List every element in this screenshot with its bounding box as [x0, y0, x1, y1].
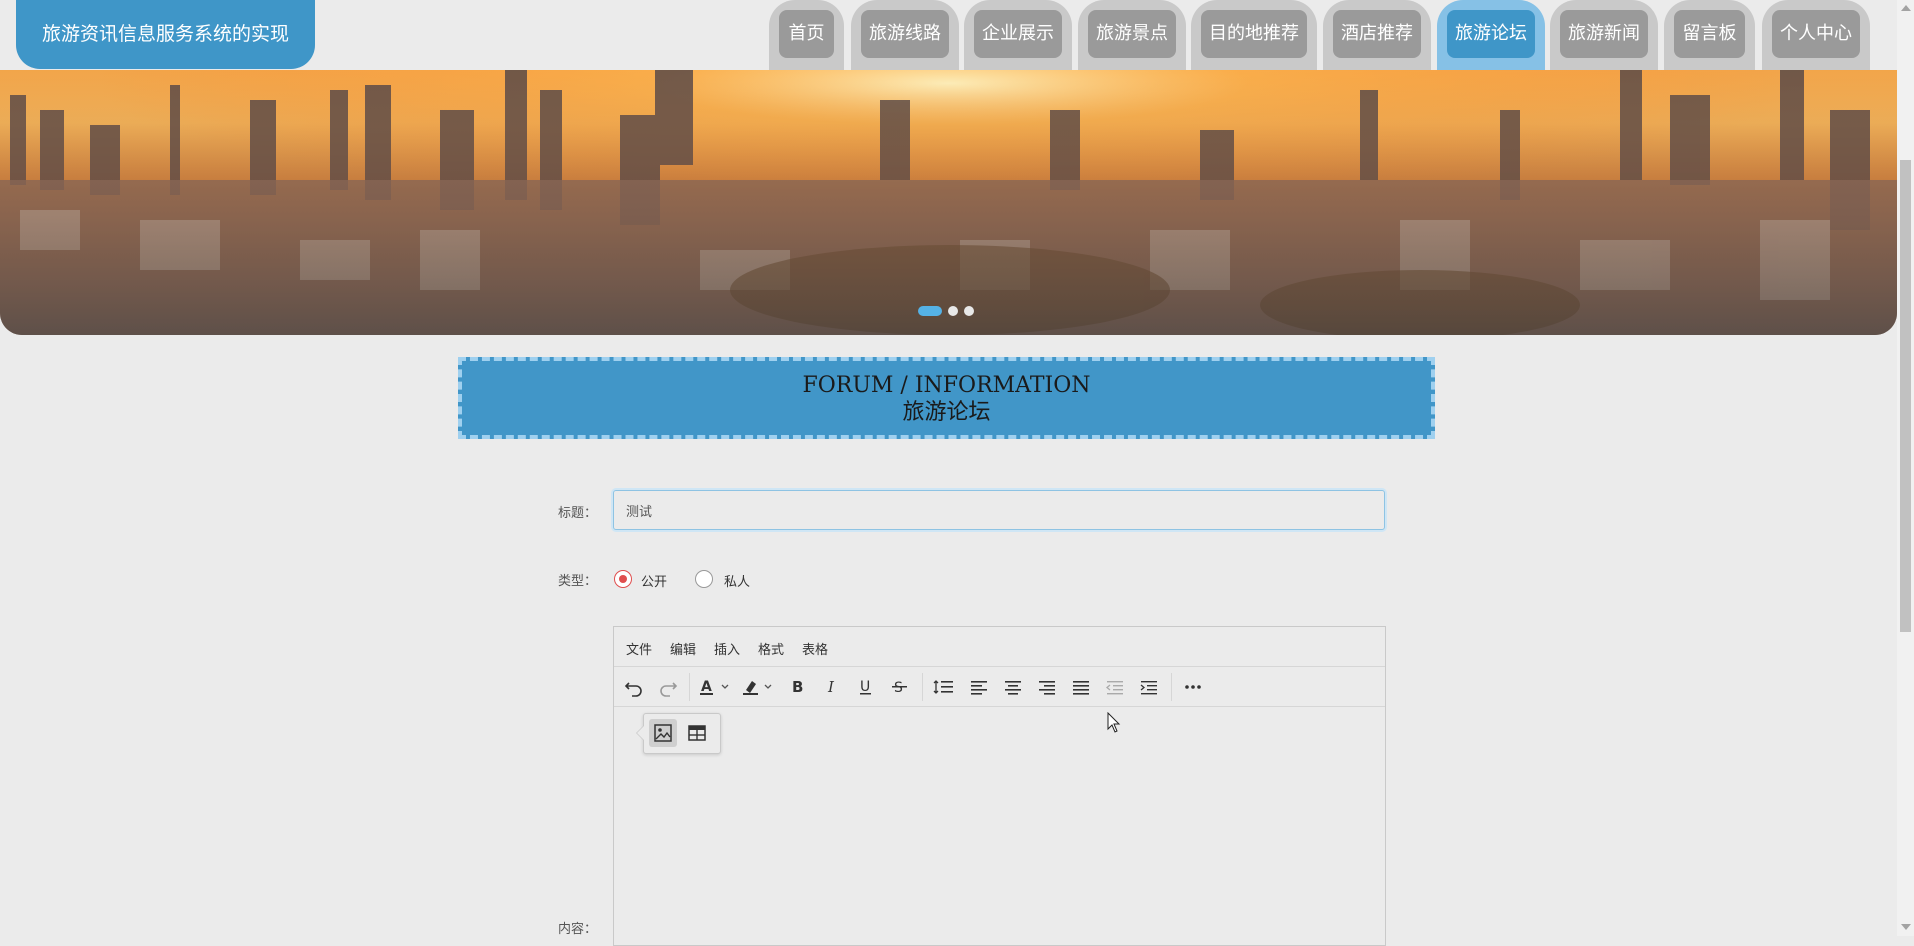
nav-item-label: 旅游新闻: [1560, 10, 1648, 58]
scroll-thumb[interactable]: [1900, 160, 1911, 632]
toolbar-separator: [922, 673, 923, 701]
nav-item-label: 个人中心: [1772, 10, 1860, 58]
redo-icon[interactable]: [654, 673, 682, 701]
nav-item-destinations[interactable]: 目的地推荐: [1191, 0, 1317, 70]
banner-image: [0, 70, 1897, 335]
carousel-dot-1[interactable]: [918, 306, 942, 316]
nav-item-label: 目的地推荐: [1201, 10, 1307, 58]
more-icon[interactable]: [1179, 673, 1207, 701]
editor-menubar: 文件 编辑 插入 格式 表格: [614, 627, 1385, 667]
scroll-up-icon[interactable]: [1901, 5, 1911, 11]
nav-item-companies[interactable]: 企业展示: [964, 0, 1072, 70]
carousel-dot-2[interactable]: [948, 306, 958, 316]
page-scrollbar[interactable]: [1897, 0, 1914, 936]
banner-carousel[interactable]: [0, 70, 1897, 335]
nav-item-attractions[interactable]: 旅游景点: [1078, 0, 1186, 70]
menu-format[interactable]: 格式: [758, 639, 784, 658]
radio-private[interactable]: [695, 570, 713, 588]
table-icon[interactable]: [683, 719, 711, 747]
svg-text:A: A: [701, 679, 712, 695]
mouse-cursor-icon: [1107, 712, 1121, 733]
editor-toolbar: A B I U S: [614, 667, 1385, 707]
align-right-icon[interactable]: [1033, 673, 1061, 701]
nav-item-label: 旅游论坛: [1447, 10, 1535, 58]
underline-icon[interactable]: U: [852, 673, 880, 701]
svg-text:U: U: [860, 679, 870, 695]
nav-item-home[interactable]: 首页: [769, 0, 844, 70]
section-title-en: FORUM / INFORMATION: [802, 373, 1091, 398]
title-label: 标题：: [558, 506, 598, 521]
nav-item-hotels[interactable]: 酒店推荐: [1323, 0, 1431, 70]
italic-icon[interactable]: I: [818, 673, 846, 701]
nav-item-label: 留言板: [1674, 10, 1745, 58]
indent-icon[interactable]: [1135, 673, 1163, 701]
quick-insert-popup: [636, 713, 721, 754]
section-title-zh: 旅游论坛: [902, 400, 991, 425]
nav-item-label: 首页: [779, 10, 834, 58]
align-left-icon[interactable]: [965, 673, 993, 701]
site-brand[interactable]: 旅游资讯信息服务系统的实现: [16, 0, 315, 69]
scroll-down-icon[interactable]: [1901, 924, 1911, 930]
nav-item-routes[interactable]: 旅游线路: [851, 0, 959, 70]
text-color-icon[interactable]: A: [697, 673, 737, 701]
highlight-color-icon[interactable]: [740, 673, 780, 701]
undo-icon[interactable]: [620, 673, 648, 701]
align-justify-icon[interactable]: [1067, 673, 1095, 701]
nav-item-guestbook[interactable]: 留言板: [1664, 0, 1755, 70]
title-input[interactable]: [613, 490, 1385, 530]
bold-icon[interactable]: B: [784, 673, 812, 701]
outdent-icon[interactable]: [1101, 673, 1129, 701]
menu-insert[interactable]: 插入: [714, 639, 740, 658]
nav-item-label: 酒店推荐: [1333, 10, 1421, 58]
image-icon[interactable]: [649, 719, 677, 747]
strikethrough-icon[interactable]: S: [886, 673, 914, 701]
radio-public-label: 公开: [641, 575, 668, 590]
menu-file[interactable]: 文件: [626, 639, 652, 658]
nav-item-label: 旅游景点: [1088, 10, 1176, 58]
menu-edit[interactable]: 编辑: [670, 639, 696, 658]
carousel-dot-3[interactable]: [964, 306, 974, 316]
line-height-icon[interactable]: [930, 673, 958, 701]
svg-text:S: S: [894, 680, 903, 696]
menu-table[interactable]: 表格: [802, 639, 828, 658]
nav-item-profile[interactable]: 个人中心: [1762, 0, 1870, 70]
radio-private-label: 私人: [724, 575, 751, 590]
section-header: FORUM / INFORMATION 旅游论坛: [458, 357, 1435, 439]
svg-text:B: B: [792, 678, 803, 696]
rich-text-editor[interactable]: 文件 编辑 插入 格式 表格 A B I U S: [613, 626, 1386, 946]
toolbar-separator: [1171, 673, 1172, 701]
nav-item-label: 旅游线路: [861, 10, 949, 58]
nav-item-label: 企业展示: [974, 10, 1062, 58]
toolbar-separator: [689, 673, 690, 701]
svg-text:I: I: [827, 678, 835, 696]
align-center-icon[interactable]: [999, 673, 1027, 701]
radio-public[interactable]: [614, 570, 632, 588]
content-label: 内容：: [558, 922, 598, 937]
nav-item-news[interactable]: 旅游新闻: [1550, 0, 1658, 70]
type-label: 类型：: [558, 574, 598, 589]
nav-item-forum[interactable]: 旅游论坛: [1437, 0, 1545, 70]
